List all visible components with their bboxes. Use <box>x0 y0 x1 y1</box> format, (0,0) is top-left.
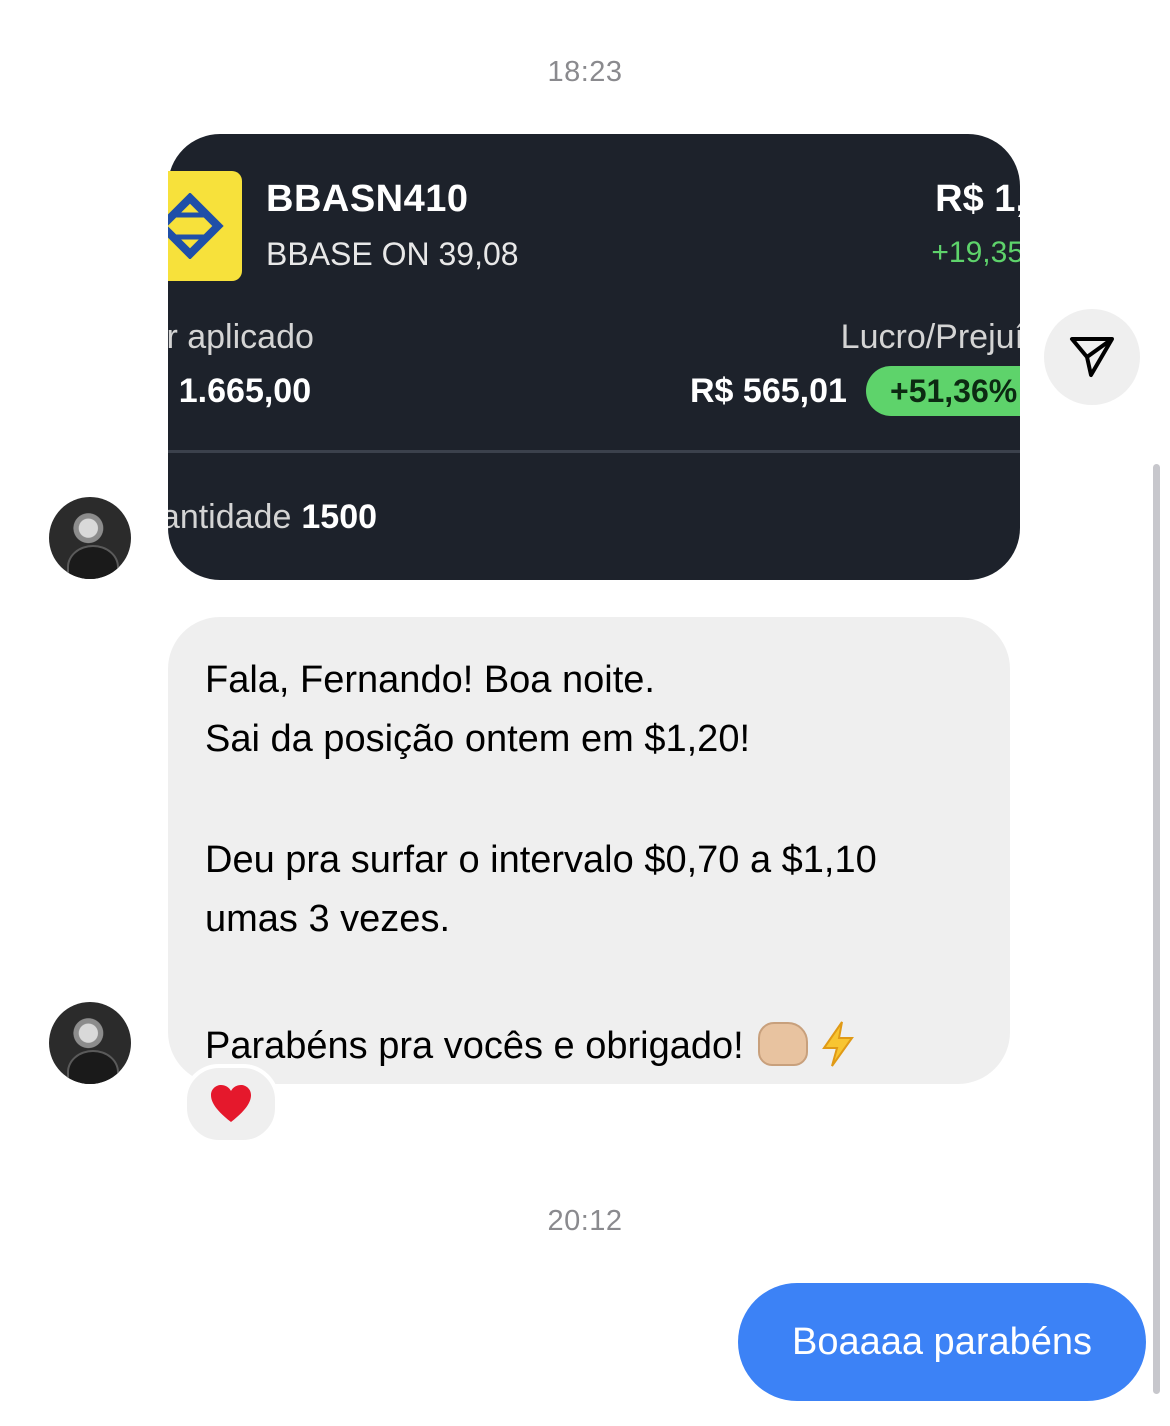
applied-value: ; 1.665,00 <box>168 372 312 410</box>
profit-loss-value: R$ 565,01 <box>690 372 847 410</box>
incoming-message-bubble[interactable]: Fala, Fernando! Boa noite. Sai da posiçã… <box>168 617 1010 1084</box>
lightning-emoji-icon <box>821 1021 854 1067</box>
quantity-value: 1500 <box>301 498 378 536</box>
quantity-label: uantidade <box>168 498 292 536</box>
send-icon <box>1070 337 1114 377</box>
card-divider <box>168 450 1020 453</box>
message-last-line: Parabéns pra vocês e obrigado! <box>205 1011 974 1081</box>
timestamp: 18:23 <box>547 56 623 88</box>
timestamp: 20:12 <box>547 1205 623 1237</box>
ticker-subtitle: BBASE ON 39,08 <box>266 236 519 272</box>
message-gap <box>205 949 974 1011</box>
message-gap <box>205 769 974 831</box>
option-price: R$ 1, <box>935 178 1020 220</box>
shared-post-card[interactable]: BBASN410 BBASE ON 39,08 R$ 1, +19,35 lor… <box>168 134 1020 580</box>
message-line: Parabéns pra vocês e obrigado! <box>205 1025 744 1067</box>
applied-value-label: lor aplicado <box>168 318 314 356</box>
avatar[interactable] <box>49 497 131 579</box>
fist-emoji-icon <box>757 1022 808 1066</box>
share-button[interactable] <box>1044 309 1140 405</box>
profit-percent-badge: +51,36% <box>866 366 1020 416</box>
price-change: +19,35 <box>931 236 1020 269</box>
outgoing-message-bubble[interactable]: Boaaaa parabéns <box>738 1283 1146 1401</box>
scrollbar[interactable] <box>1153 464 1160 1394</box>
profit-loss-label: Lucro/Prejuí <box>840 318 1020 356</box>
bank-logo-icon <box>168 171 242 281</box>
ticker-symbol: BBASN410 <box>266 178 469 220</box>
message-line: Fala, Fernando! Boa noite. <box>205 659 655 701</box>
message-line: Sai da posição ontem em $1,20! <box>205 718 751 760</box>
heart-reaction[interactable] <box>183 1064 279 1144</box>
message-line: umas 3 vezes. <box>205 898 450 940</box>
avatar[interactable] <box>49 1002 131 1084</box>
quantity-row: uantidade1500 <box>168 498 377 537</box>
message-line: Deu pra surfar o intervalo $0,70 a $1,10 <box>205 839 877 881</box>
heart-icon <box>211 1085 251 1122</box>
